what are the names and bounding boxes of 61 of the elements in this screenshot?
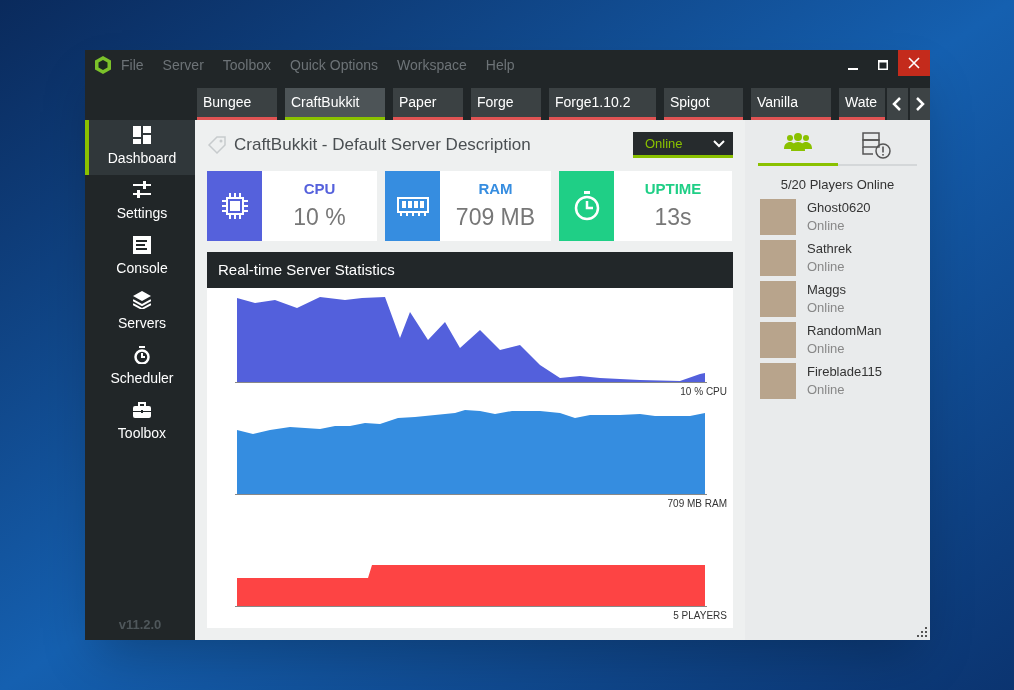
stat-value: 13s	[654, 203, 692, 232]
avatar-placeholder	[760, 280, 796, 317]
graph-label: 709 MB RAM	[667, 497, 728, 511]
toolbox-icon	[133, 401, 151, 419]
logo-icon	[93, 55, 113, 75]
player-name: Maggs	[807, 280, 847, 299]
player-name: Ghost0620	[807, 198, 871, 217]
close-button[interactable]	[898, 50, 930, 76]
avatar-placeholder	[760, 321, 796, 358]
player-status: Online	[807, 339, 846, 358]
status-dropdown[interactable]: Online	[633, 132, 733, 158]
player-name: Sathrek	[807, 239, 852, 258]
avatar-placeholder	[760, 239, 796, 276]
stat-value: 709 MB	[455, 203, 536, 232]
sliders-icon	[133, 181, 151, 199]
stopwatch-icon	[133, 346, 151, 364]
chevron-down-icon	[713, 139, 725, 148]
server-tab[interactable]: Vanilla	[751, 88, 831, 120]
server-alert-icon	[862, 132, 893, 159]
scroll-left-button[interactable]	[887, 88, 908, 120]
statistics-header: Real-time Server Statistics	[207, 252, 733, 288]
player-name: RandomMan	[807, 321, 882, 340]
resize-grip-icon	[917, 627, 927, 637]
dashboard-icon	[133, 126, 151, 144]
avatar-placeholder	[760, 362, 796, 399]
chevron-left-icon	[892, 97, 903, 111]
layers-icon	[133, 291, 151, 309]
stat-label: UPTIME	[644, 178, 702, 199]
graph-label: 5 PLAYERS	[673, 609, 728, 623]
stat-value: 10 %	[293, 203, 346, 232]
minimize-icon	[848, 68, 858, 70]
stat-label: RAM	[478, 178, 513, 199]
server-tab[interactable]: Forge1.10.2	[549, 88, 656, 120]
sidebar-item[interactable]: Console	[85, 230, 195, 285]
server-tab[interactable]: CraftBukkit	[285, 88, 385, 120]
maximize-icon	[878, 60, 888, 70]
server-title: CraftBukkit - Default Server Description	[234, 134, 531, 157]
stat-label: CPU	[303, 178, 336, 199]
player-status: Online	[807, 257, 846, 276]
player-status: Online	[807, 380, 846, 399]
player-status: Online	[807, 216, 846, 235]
sidebar-item[interactable]: Scheduler	[85, 340, 195, 395]
avatar-placeholder	[760, 198, 796, 235]
graph-label: 10 % CPU	[680, 385, 728, 399]
sidebar-item[interactable]: Toolbox	[85, 395, 195, 450]
server-tab[interactable]: Spigot	[664, 88, 743, 120]
tag-icon	[207, 135, 227, 155]
server-tab[interactable]: Wate	[839, 88, 885, 120]
document-icon	[133, 236, 151, 254]
players-online-count: 5/20 Players Online	[779, 176, 896, 194]
server-tab[interactable]: Forge	[471, 88, 541, 120]
sidebar-item[interactable]: Settings	[85, 175, 195, 230]
sidebar-item[interactable]: Dashboard	[85, 120, 195, 175]
player-name: Fireblade115	[807, 362, 882, 381]
chevron-right-icon	[914, 97, 925, 111]
server-tab[interactable]: Paper	[393, 88, 463, 120]
player-status: Online	[807, 298, 846, 317]
close-icon	[908, 57, 920, 69]
sidebar-item[interactable]: Servers	[85, 285, 195, 340]
server-tab[interactable]: Bungee	[197, 88, 277, 120]
scroll-right-button[interactable]	[909, 88, 930, 120]
